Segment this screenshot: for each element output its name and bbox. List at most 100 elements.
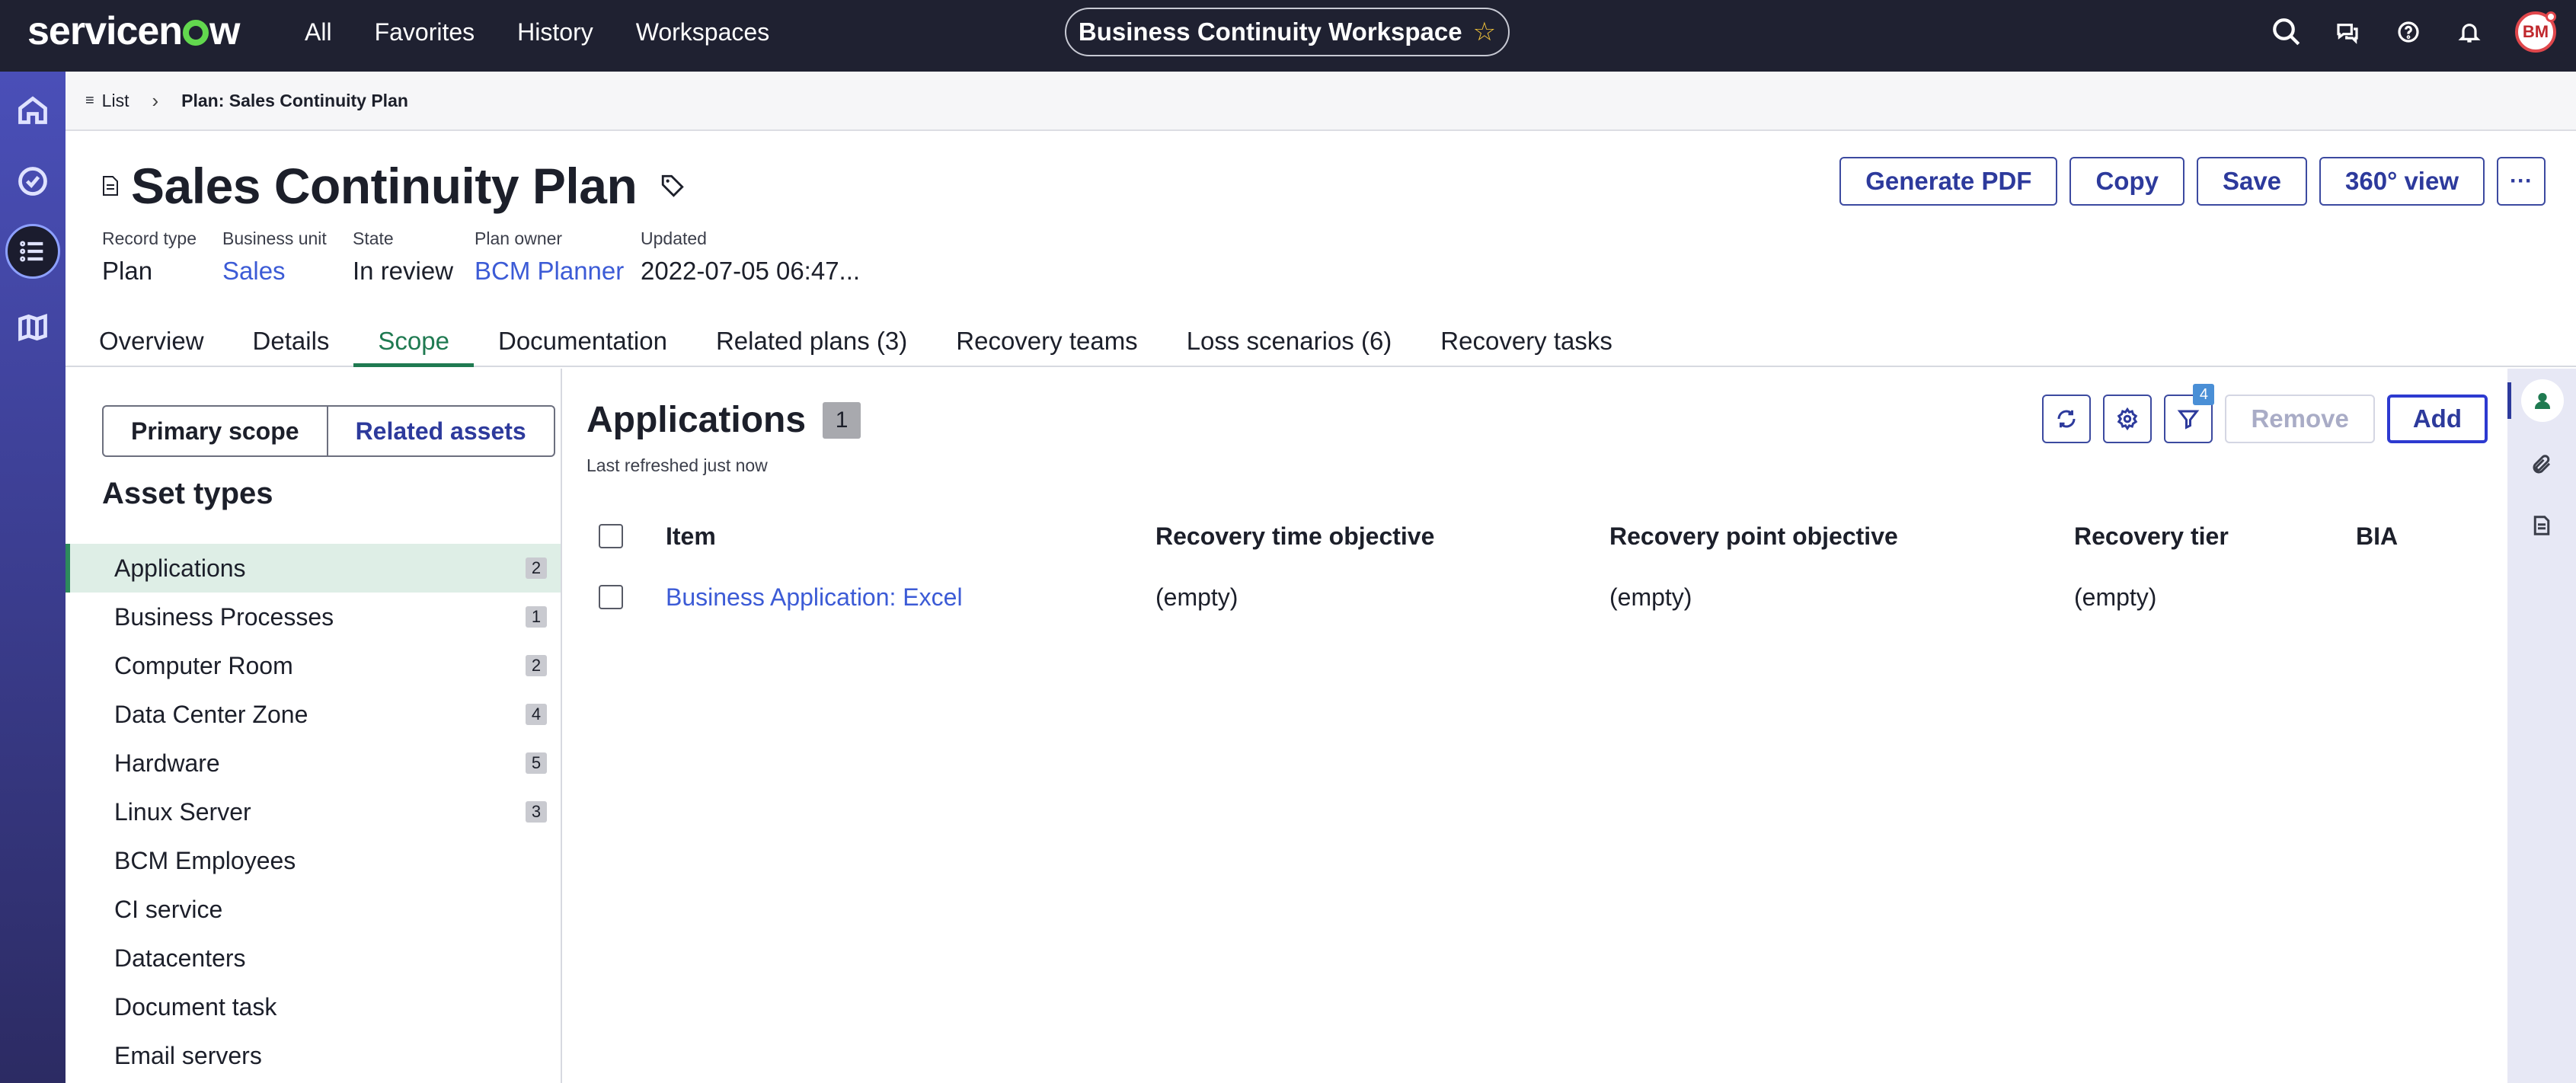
field-business-unit: Business unit Sales <box>222 228 327 286</box>
filter-button[interactable]: 4 <box>2164 384 2215 443</box>
workspace-title: Business Continuity Workspace <box>1078 18 1462 46</box>
list-item[interactable]: Datacenters <box>66 934 561 982</box>
top-utility-icons: BM <box>2256 0 2576 64</box>
field-label: Business unit <box>222 228 327 248</box>
asset-label: Business Processes <box>114 602 334 631</box>
help-icon[interactable] <box>2378 0 2439 64</box>
refresh-button[interactable] <box>2042 395 2092 443</box>
list-item[interactable]: BCM Employees <box>66 836 561 885</box>
list-item[interactable]: Data Center Zone 4 <box>66 690 561 739</box>
list-icon[interactable] <box>5 224 60 279</box>
left-rail <box>0 72 66 1083</box>
tag-icon[interactable] <box>660 173 686 199</box>
home-icon[interactable] <box>5 82 60 137</box>
count-badge: 2 <box>526 655 547 676</box>
tab-overview[interactable]: Overview <box>75 320 229 367</box>
chat-icon[interactable] <box>2317 0 2378 64</box>
column-header-rpo[interactable]: Recovery point objective <box>1609 522 1898 551</box>
tab-loss-scenarios[interactable]: Loss scenarios (6) <box>1162 320 1417 367</box>
column-header-item[interactable]: Item <box>666 522 716 551</box>
document-icon <box>103 176 118 196</box>
tab-related-plans[interactable]: Related plans (3) <box>692 320 932 367</box>
user-icon[interactable] <box>2521 379 2564 422</box>
360-view-button[interactable]: 360° view <box>2319 157 2485 206</box>
scope-panel: Primary scope Related assets Asset types… <box>66 369 562 1083</box>
column-header-recovery-tier[interactable]: Recovery tier <box>2074 522 2229 551</box>
nav-favorites[interactable]: Favorites <box>375 18 475 46</box>
cell-rpo: (empty) <box>1609 583 1692 611</box>
nav-history[interactable]: History <box>517 18 593 46</box>
tab-recovery-tasks[interactable]: Recovery tasks <box>1416 320 1637 367</box>
list-item[interactable]: Computer Room 2 <box>66 641 561 690</box>
list-item[interactable]: Hardware 5 <box>66 739 561 787</box>
list-item[interactable]: Document task <box>66 982 561 1031</box>
field-plan-owner: Plan owner BCM Planner <box>475 228 624 286</box>
generate-pdf-button[interactable]: Generate PDF <box>1839 157 2058 206</box>
field-label: Plan owner <box>475 228 563 248</box>
contextual-side-panel <box>2507 369 2576 1083</box>
cell-recovery-tier: (empty) <box>2074 583 2157 611</box>
document-icon[interactable] <box>2517 501 2566 550</box>
asset-label: Computer Room <box>114 651 293 679</box>
nav-all[interactable]: All <box>305 18 332 46</box>
list-item[interactable]: CI service <box>66 885 561 934</box>
primary-scope-button[interactable]: Primary scope <box>104 407 328 455</box>
scope-segmented-control: Primary scope Related assets <box>102 405 555 457</box>
remove-button[interactable]: Remove <box>2225 395 2375 443</box>
refresh-icon <box>2057 410 2076 428</box>
tab-documentation[interactable]: Documentation <box>474 320 692 367</box>
record-actions: Generate PDF Copy Save 360° view ··· <box>1839 157 2546 206</box>
count-badge: 3 <box>526 801 547 823</box>
table-row: Business Application: Excel (empty) (emp… <box>586 567 2491 628</box>
asset-types-heading: Asset types <box>102 477 273 510</box>
select-all-checkbox[interactable] <box>599 524 623 548</box>
servicenow-logo[interactable]: servicen w <box>27 5 240 58</box>
favorite-star-icon[interactable]: ☆ <box>1473 17 1496 47</box>
save-button[interactable]: Save <box>2196 157 2308 206</box>
top-nav: All Favorites History Workspaces <box>305 0 769 64</box>
field-updated: Updated 2022-07-05 06:47... <box>641 228 860 286</box>
tab-scope[interactable]: Scope <box>353 320 474 367</box>
column-header-rto[interactable]: Recovery time objective <box>1155 522 1434 551</box>
list-item[interactable]: Email servers <box>66 1031 561 1080</box>
list-item[interactable]: Business Processes 1 <box>66 593 561 641</box>
breadcrumb-list-link[interactable]: ≡ List <box>85 91 129 111</box>
settings-button[interactable] <box>2103 395 2153 443</box>
list-item[interactable]: Linux Server 3 <box>66 787 561 836</box>
last-refreshed-note: Last refreshed just now <box>586 455 768 475</box>
field-state: State In review <box>353 228 453 286</box>
user-avatar[interactable]: BM <box>2515 11 2556 53</box>
business-unit-link[interactable]: Sales <box>222 257 327 286</box>
chevron-right-icon: › <box>152 88 159 112</box>
tab-details[interactable]: Details <box>229 320 354 367</box>
tab-recovery-teams[interactable]: Recovery teams <box>932 320 1162 367</box>
list-item[interactable]: Applications 2 <box>66 544 561 593</box>
asset-label: Document task <box>114 992 277 1021</box>
column-header-bia[interactable]: BIA <box>2356 522 2398 551</box>
more-actions-button[interactable]: ··· <box>2497 157 2546 206</box>
presence-dot <box>2546 11 2556 22</box>
cell-rto: (empty) <box>1155 583 1238 611</box>
list-toolbar: 4 Remove Add <box>2042 384 2488 443</box>
count-badge: 2 <box>526 557 547 579</box>
search-icon[interactable] <box>2256 0 2317 64</box>
filter-icon <box>2178 410 2200 430</box>
field-value: 2022-07-05 06:47... <box>641 257 861 285</box>
check-circle-icon[interactable] <box>5 154 60 209</box>
item-link[interactable]: Business Application: Excel <box>666 583 963 612</box>
bell-icon[interactable] <box>2439 0 2500 64</box>
row-checkbox[interactable] <box>599 585 623 609</box>
add-button[interactable]: Add <box>2386 395 2488 443</box>
copy-button[interactable]: Copy <box>2069 157 2184 206</box>
list-title-row: Applications 1 <box>586 399 861 441</box>
nav-workspaces[interactable]: Workspaces <box>636 18 769 46</box>
field-label: State <box>353 228 394 248</box>
avatar-initials: BM <box>2522 22 2549 41</box>
map-icon[interactable] <box>5 300 60 355</box>
count-badge: 4 <box>526 704 547 725</box>
paperclip-icon[interactable] <box>2517 440 2566 489</box>
related-assets-button[interactable]: Related assets <box>328 407 554 455</box>
plan-owner-link[interactable]: BCM Planner <box>475 257 624 286</box>
asset-label: Hardware <box>114 749 220 777</box>
workspace-title-pill[interactable]: Business Continuity Workspace ☆ <box>1065 8 1510 56</box>
